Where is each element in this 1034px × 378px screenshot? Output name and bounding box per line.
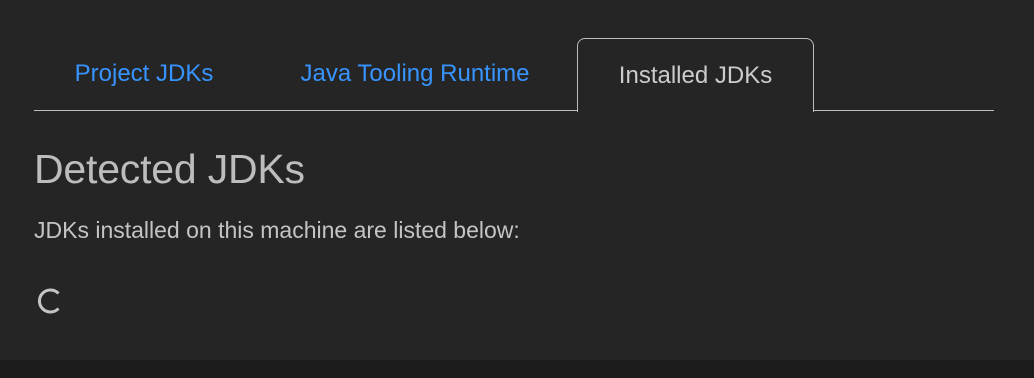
page-title: Detected JDKs	[34, 146, 305, 192]
tab-project-jdks[interactable]: Project JDKs	[50, 38, 238, 110]
tab-installed-jdks[interactable]: Installed JDKs	[577, 38, 814, 112]
footer-band	[0, 360, 1034, 378]
jdk-settings-panel: Project JDKs Java Tooling Runtime Instal…	[0, 0, 1034, 360]
loading-spinner-icon	[37, 288, 60, 314]
tab-bar-divider	[34, 110, 994, 111]
tab-java-tooling-runtime[interactable]: Java Tooling Runtime	[270, 38, 560, 110]
section-description: JDKs installed on this machine are liste…	[34, 217, 520, 243]
tab-bar: Project JDKs Java Tooling Runtime Instal…	[34, 38, 994, 112]
